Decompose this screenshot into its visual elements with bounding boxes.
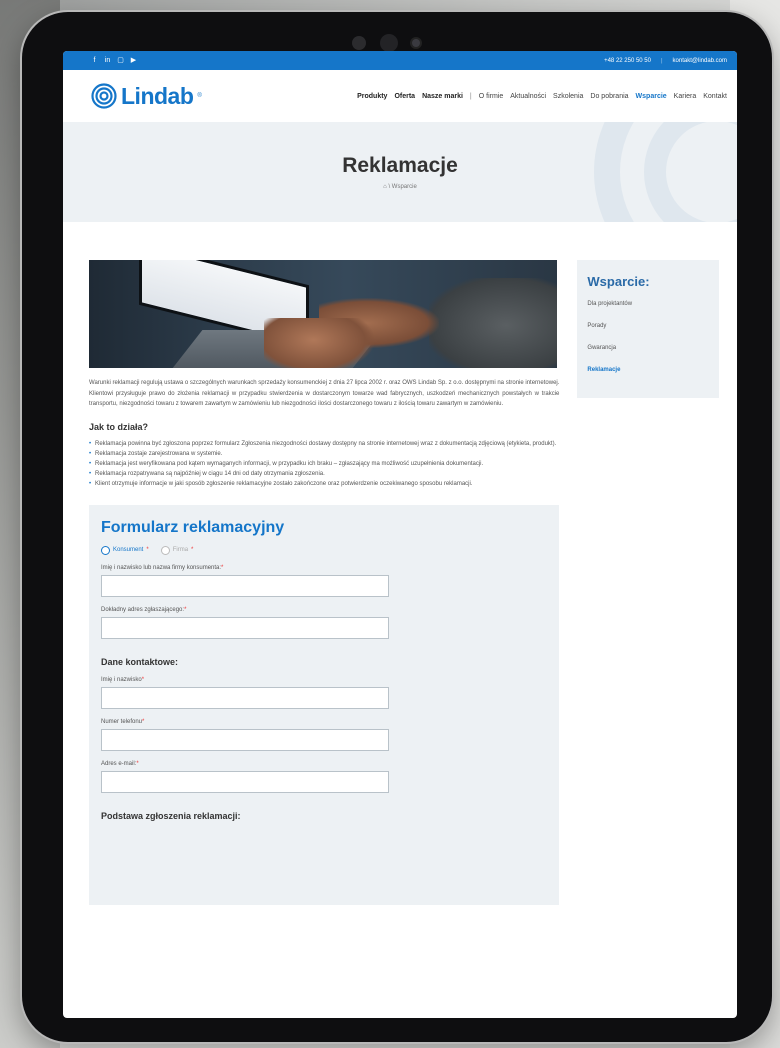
instagram-icon[interactable]: ▢ (117, 57, 124, 64)
name-field[interactable] (101, 574, 389, 597)
list-item: Reklamacja rozpatrywana są najpóźniej w … (89, 469, 559, 479)
logo-mark-icon (91, 83, 117, 109)
required-mark: * (136, 760, 139, 767)
required-mark: * (141, 676, 145, 683)
nav-item-do-pobrania[interactable]: Do pobrania (590, 93, 628, 100)
sidebar-item-complaints[interactable]: Reklamacje (587, 367, 709, 373)
nav-item-wsparcie[interactable]: Wsparcie (636, 93, 667, 100)
youtube-icon[interactable]: ▶ (130, 57, 137, 64)
email-field-label: Adres e-mail:* (101, 761, 547, 767)
nav-separator: | (469, 92, 472, 100)
nav-item-nasze-marki[interactable]: Nasze marki (422, 93, 463, 100)
name-label-text: Imię i nazwisko lub nazwa firmy konsumen… (101, 564, 222, 571)
social-links: f in ▢ ▶ (91, 57, 137, 64)
nav-item-aktualno-ci[interactable]: Aktualności (510, 93, 546, 100)
breadcrumb[interactable]: ⌂ \ Wsparcie (383, 184, 417, 190)
nav-item-kariera[interactable]: Kariera (674, 93, 697, 100)
address-field[interactable] (101, 616, 389, 639)
laptop-photo (89, 260, 557, 368)
support-sidebar: Wsparcie: Dla projektantów Porady Gwaran… (577, 260, 719, 398)
intro-paragraph: Warunki reklamacji regulują ustawa o szc… (89, 380, 560, 407)
customer-type-radios: Konsument * Firma * (101, 545, 547, 555)
person-field-label: Imię i nazwisko* (101, 677, 547, 683)
required-mark: * (221, 564, 224, 571)
camera-bar (352, 34, 420, 52)
top-email[interactable]: kontakt@lindab.com (673, 58, 727, 64)
required-mark: * (142, 718, 145, 725)
radio-company[interactable]: Firma * (160, 545, 194, 555)
logo-text: Lindab (121, 82, 194, 109)
list-item: Reklamacja jest weryfikowana pod kątem w… (89, 459, 559, 469)
required-mark: * (184, 606, 187, 613)
page-hero: Reklamacje ⌂ \ Wsparcie (63, 122, 737, 222)
radio-consumer-label: Konsument (113, 547, 144, 553)
how-it-works-heading: Jak to działa? (89, 421, 149, 432)
main-nav: Produkty Oferta Nasze marki | O firmie Aktual… (357, 93, 727, 100)
email-label-text: Adres e-mail: (101, 760, 137, 767)
nav-item-produkty[interactable]: Produkty (357, 93, 387, 100)
sidebar-item-warranty[interactable]: Gwarancja (587, 345, 709, 351)
radio-consumer[interactable]: Konsument * (101, 545, 149, 555)
top-separator: | (660, 57, 663, 64)
basis-heading: Podstawa zgłoszenia reklamacji: (101, 811, 547, 821)
lens-dot (412, 39, 420, 47)
phone-label-text: Numer telefonu (101, 718, 143, 725)
site-header: Lindab ® Produkty Oferta Nasze marki | O fir… (63, 70, 737, 122)
hero-arcs-decoration (594, 122, 737, 222)
form-title: Formularz reklamacyjny (101, 518, 285, 536)
nav-item-szkolenia[interactable]: Szkolenia (553, 93, 583, 100)
required-mark: * (146, 547, 149, 553)
phone-field[interactable] (101, 728, 389, 751)
list-item: Klient otrzymuje informacje w jaki sposó… (89, 479, 559, 489)
nav-item-oferta[interactable]: Oferta (394, 93, 415, 100)
sensor-dot (352, 36, 366, 50)
sidebar-item-tips[interactable]: Porady (587, 323, 709, 329)
radio-company-label: Firma (172, 547, 189, 553)
top-bar: f in ▢ ▶ +48 22 250 50 50 | kontakt@lind… (63, 51, 737, 70)
tablet-frame: f in ▢ ▶ +48 22 250 50 50 | kontakt@lind… (22, 12, 772, 1042)
person-label-text: Imię i nazwisko (101, 676, 142, 683)
camera-dot (380, 34, 398, 52)
screen: f in ▢ ▶ +48 22 250 50 50 | kontakt@lind… (63, 51, 737, 1018)
required-mark: * (191, 547, 194, 553)
nav-item-kontakt[interactable]: Kontakt (703, 93, 727, 100)
logo-registered: ® (197, 93, 202, 99)
radio-company-circle[interactable] (160, 545, 170, 555)
sidebar-title: Wsparcie: (587, 274, 650, 289)
logo[interactable]: Lindab ® (91, 83, 202, 110)
name-field-label: Imię i nazwisko lub nazwa firmy konsumen… (101, 565, 547, 571)
person-field[interactable] (101, 686, 389, 709)
radio-consumer-circle[interactable] (101, 545, 110, 555)
main-column: Warunki reklamacji regulują ustawa o szc… (89, 260, 559, 905)
content-area: Warunki reklamacji regulują ustawa o szc… (63, 222, 737, 905)
contact-heading: Dane kontaktowe: (101, 656, 179, 667)
photo-hand-left (264, 318, 374, 368)
list-item: Reklamacja zostaje zarejestrowana w syst… (89, 449, 559, 459)
facebook-icon[interactable]: f (91, 57, 98, 64)
address-label-text: Dokładny adres zgłaszającego: (101, 606, 185, 613)
email-field[interactable] (101, 770, 389, 793)
list-item: Reklamacja powinna być zgłoszona poprzez… (89, 439, 559, 449)
how-it-works-list: Reklamacja powinna być zgłoszona poprzez… (89, 439, 559, 489)
top-contact: +48 22 250 50 50 | kontakt@lindab.com (604, 58, 727, 64)
phone-field-label: Numer telefonu* (101, 719, 547, 725)
complaint-form: Formularz reklamacyjny Konsument * Firma *… (89, 504, 559, 905)
top-phone[interactable]: +48 22 250 50 50 (604, 58, 651, 64)
basis-heading-text: Podstawa zgłoszenia reklamacji: (101, 810, 241, 821)
page-title: Reklamacje (342, 154, 458, 177)
address-field-label: Dokładny adres zgłaszającego:* (101, 607, 547, 613)
sidebar-item-designers[interactable]: Dla projektantów (587, 301, 709, 307)
nav-item-o-firmie[interactable]: O firmie (479, 93, 504, 100)
linkedin-icon[interactable]: in (104, 57, 111, 64)
photo-sleeve (429, 278, 557, 368)
